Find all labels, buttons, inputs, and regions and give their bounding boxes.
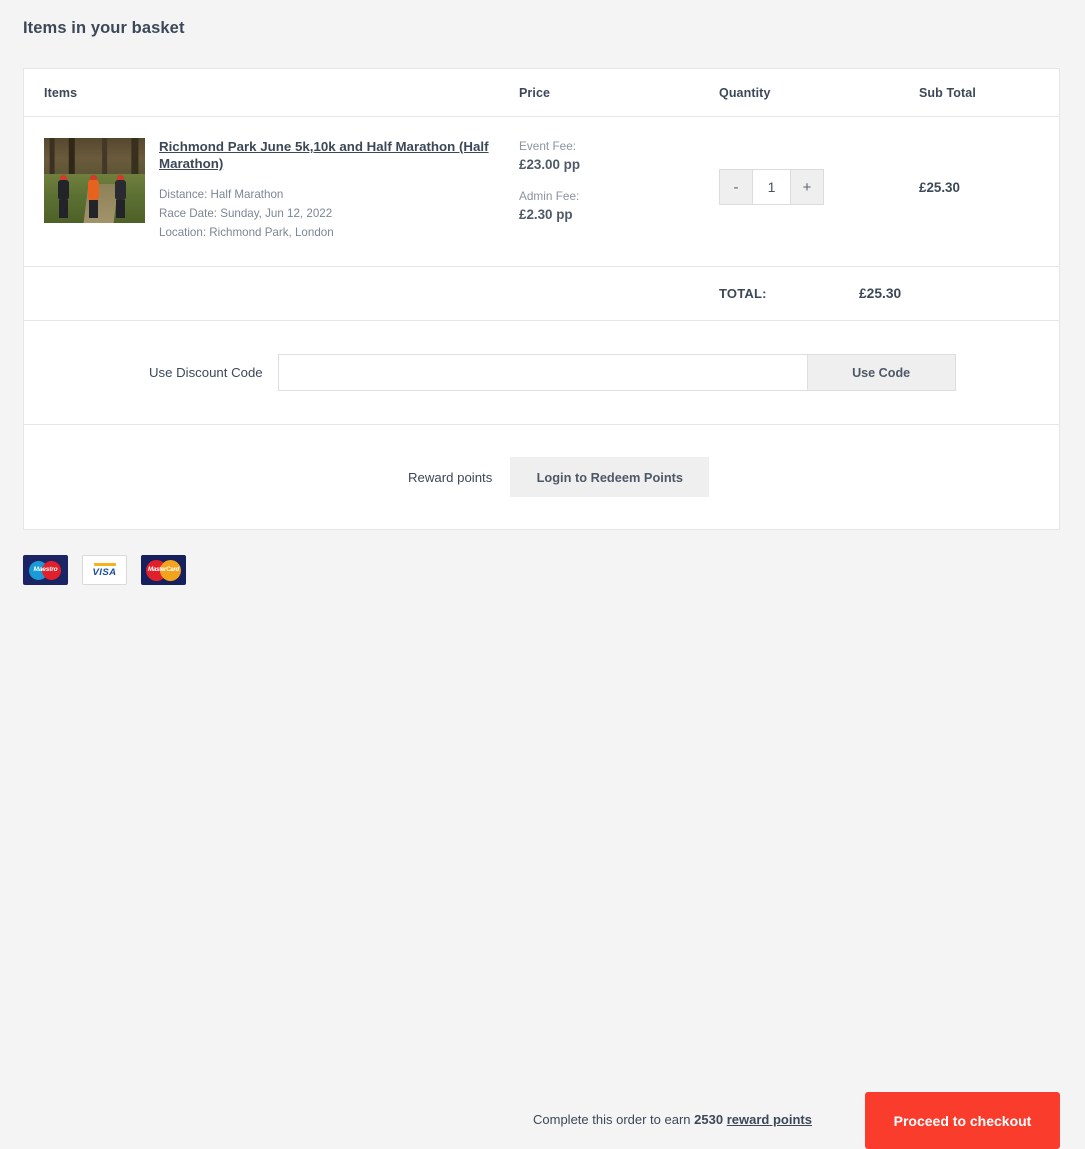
column-header-price: Price (519, 85, 551, 100)
total-label: TOTAL: (719, 286, 767, 301)
discount-code-section: Use Discount Code Use Code (24, 321, 1059, 425)
earn-points-value: 2530 (694, 1112, 724, 1127)
item-details: Richmond Park June 5k,10k and Half Marat… (159, 138, 519, 242)
use-code-button[interactable]: Use Code (807, 354, 956, 391)
visa-card-icon: VISA (82, 555, 127, 585)
quantity-cell: - + (719, 138, 919, 205)
footer: Maestro VISA MasterCard Complete this or… (0, 544, 1085, 1149)
product-title-link[interactable]: Richmond Park June 5k,10k and Half Marat… (159, 138, 519, 172)
quantity-decrement-button[interactable]: - (720, 170, 753, 204)
price-cell: Event Fee: £23.00 pp Admin Fee: £2.30 pp (519, 138, 719, 223)
reward-points-label: Reward points (408, 469, 493, 485)
event-fee-value: £23.00 pp (519, 157, 581, 172)
column-header-quantity: Quantity (719, 85, 771, 100)
mastercard-card-label: MasterCard (147, 566, 180, 573)
reward-points-link[interactable]: reward points (727, 1112, 812, 1127)
quantity-increment-button[interactable]: + (790, 170, 823, 204)
subtotal-value: £25.30 (919, 180, 960, 195)
basket-card: Items Price Quantity Sub Total Richmond … (23, 68, 1060, 530)
product-thumbnail-image[interactable] (44, 138, 145, 223)
total-value: £25.30 (859, 286, 902, 301)
table-header-row: Items Price Quantity Sub Total (24, 69, 1059, 117)
page-title: Items in your basket (23, 19, 185, 37)
discount-code-label: Use Discount Code (149, 365, 263, 380)
admin-fee-label: Admin Fee: (519, 189, 580, 203)
reward-points-section: Reward points Login to Redeem Points (24, 425, 1059, 529)
login-to-redeem-points-button[interactable]: Login to Redeem Points (510, 457, 710, 497)
item-cell: Richmond Park June 5k,10k and Half Marat… (24, 138, 519, 242)
proceed-to-checkout-button[interactable]: Proceed to checkout (865, 1092, 1060, 1149)
thumbnail-runner (114, 174, 126, 218)
column-header-subtotal: Sub Total (919, 85, 976, 100)
item-meta-location: Location: Richmond Park, London (159, 226, 334, 239)
payment-methods: Maestro VISA MasterCard (23, 555, 186, 585)
maestro-card-icon: Maestro (23, 555, 68, 585)
quantity-stepper[interactable]: - + (719, 169, 824, 205)
quantity-input[interactable] (753, 170, 790, 204)
visa-card-label: VISA (92, 567, 117, 578)
event-fee-label: Event Fee: (519, 139, 577, 153)
mastercard-card-icon: MasterCard (141, 555, 186, 585)
admin-fee-value: £2.30 pp (519, 207, 573, 222)
table-row: Richmond Park June 5k,10k and Half Marat… (24, 117, 1059, 267)
item-meta-race-date: Race Date: Sunday, Jun 12, 2022 (159, 207, 333, 220)
discount-code-input[interactable] (277, 354, 808, 391)
item-meta-distance: Distance: Half Marathon (159, 188, 284, 201)
thumbnail-runner (58, 174, 70, 218)
thumbnail-runner (88, 174, 100, 218)
earn-prefix: Complete this order to earn (533, 1112, 691, 1127)
column-header-items: Items (44, 85, 78, 100)
total-row: TOTAL: £25.30 (24, 267, 1059, 321)
maestro-card-label: Maestro (33, 566, 58, 573)
earn-reward-points-text: Complete this order to earn 2530 reward … (533, 1112, 812, 1127)
